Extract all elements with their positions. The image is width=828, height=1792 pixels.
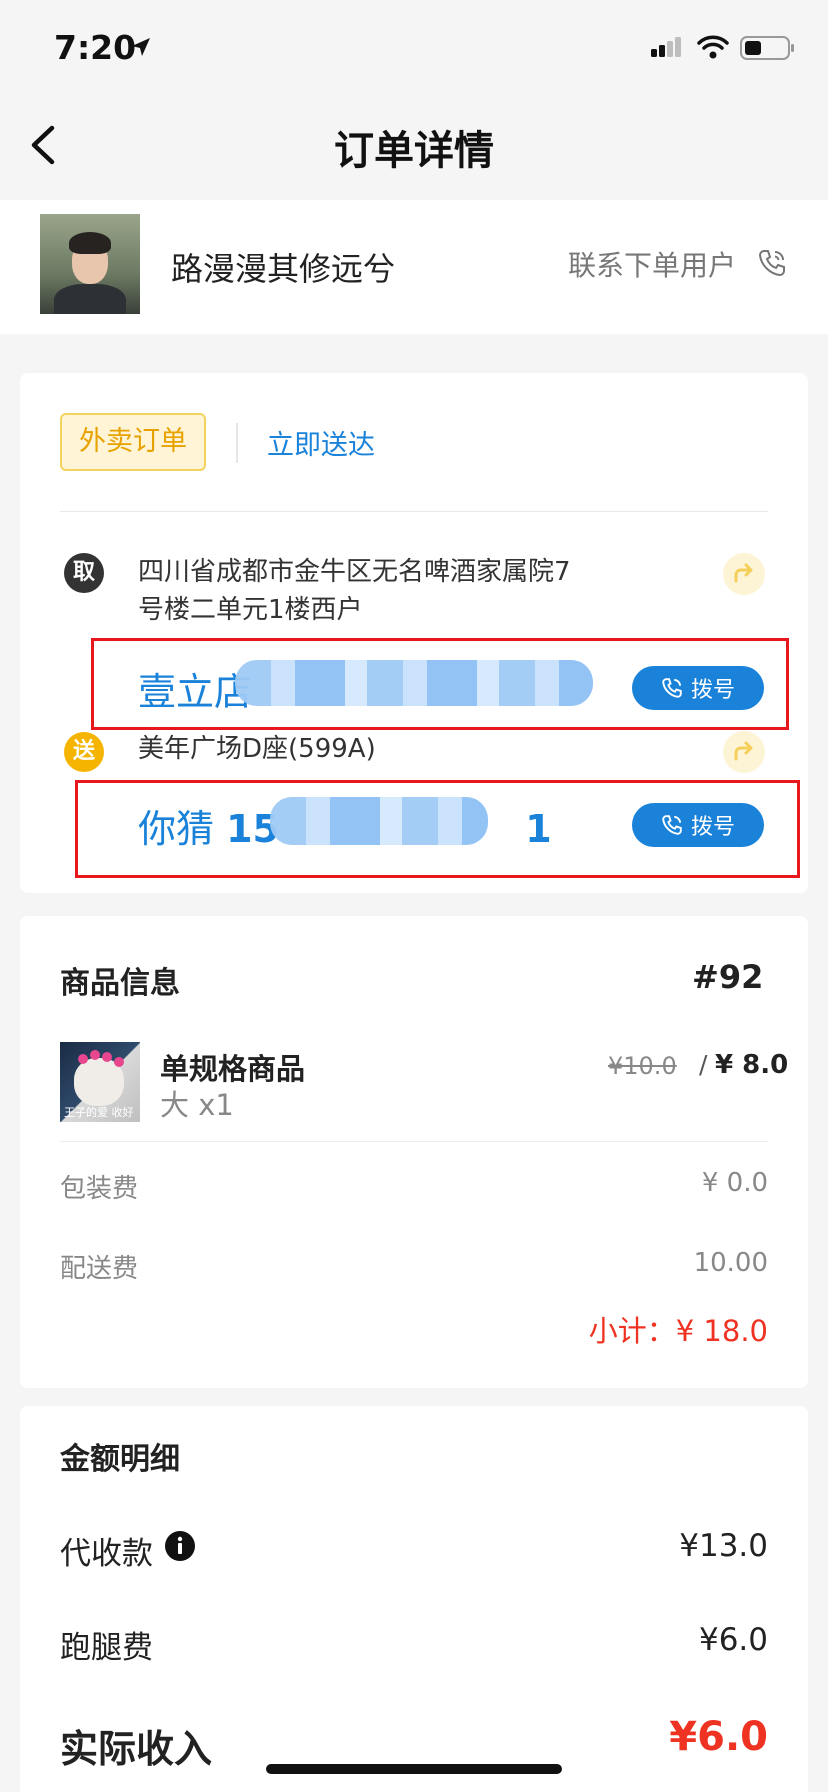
actual-income-label: 实际收入 bbox=[60, 1727, 213, 1771]
pickup-address: 四川省成都市金牛区无名啤酒家属院7 号楼二单元1楼西户 bbox=[138, 553, 638, 629]
goods-section-title: 商品信息 bbox=[60, 966, 180, 1001]
pickup-badge: 取 bbox=[64, 553, 104, 593]
goods-spec: 大 x1 bbox=[160, 1088, 234, 1122]
packing-fee-label: 包装费 bbox=[60, 1174, 139, 1204]
cod-value: ¥13.0 bbox=[679, 1528, 768, 1564]
divider bbox=[60, 1141, 768, 1142]
delivery-fee-value: 10.00 bbox=[693, 1248, 768, 1278]
amount-section-title: 金额明细 bbox=[60, 1442, 180, 1477]
customer-name: 路漫漫其修远兮 bbox=[171, 250, 396, 288]
pickup-address-line1: 四川省成都市金牛区无名啤酒家属院7 bbox=[138, 557, 571, 587]
navigate-arrow-icon bbox=[734, 741, 753, 761]
original-price: ¥10.0 bbox=[608, 1052, 677, 1080]
thumbnail-caption: 王子的爱 收好 bbox=[64, 1106, 134, 1119]
dropoff-address: 美年广场D座(599A) bbox=[138, 734, 376, 764]
order-number: #92 bbox=[692, 958, 764, 996]
highlight-box bbox=[91, 638, 789, 730]
avatar bbox=[40, 214, 140, 314]
actual-income-value: ¥6.0 bbox=[669, 1714, 768, 1760]
battery-icon bbox=[740, 36, 796, 64]
pickup-navigate-button[interactable] bbox=[723, 553, 765, 595]
navigate-arrow-icon bbox=[734, 563, 753, 583]
home-indicator[interactable] bbox=[266, 1764, 562, 1774]
wifi-icon bbox=[697, 34, 729, 64]
errand-fee-value: ¥6.0 bbox=[698, 1622, 768, 1658]
highlight-box bbox=[75, 780, 800, 878]
errand-fee-label: 跑腿费 bbox=[60, 1630, 153, 1666]
contact-customer-link[interactable]: 联系下单用户 bbox=[568, 244, 736, 284]
current-price: ¥ 8.0 bbox=[715, 1050, 789, 1080]
phone-icon[interactable] bbox=[757, 248, 787, 282]
cellular-signal-icon bbox=[650, 36, 686, 62]
info-icon[interactable] bbox=[164, 1530, 196, 1566]
delivery-time-tag: 立即送达 bbox=[267, 430, 375, 461]
order-type-tag: 外卖订单 bbox=[60, 413, 206, 471]
dropoff-navigate-button[interactable] bbox=[723, 731, 765, 773]
goods-thumbnail: 王子的爱 收好 bbox=[60, 1042, 140, 1122]
divider bbox=[60, 511, 768, 512]
tag-divider bbox=[236, 423, 238, 463]
dropoff-badge: 送 bbox=[64, 732, 104, 772]
goods-card: 商品信息 #92 王子的爱 收好 单规格商品 大 x1 ¥10.0 / ¥ 8.… bbox=[20, 916, 808, 1388]
packing-fee-value: ¥ 0.0 bbox=[701, 1168, 768, 1198]
customer-strip: 路漫漫其修远兮 联系下单用户 bbox=[0, 200, 828, 334]
page-title: 订单详情 bbox=[334, 128, 494, 174]
delivery-fee-label: 配送费 bbox=[60, 1254, 139, 1284]
amount-card: 金额明细 代收款 ¥13.0 跑腿费 ¥6.0 实际收入 ¥6.0 bbox=[20, 1406, 808, 1792]
location-arrow-icon bbox=[130, 36, 152, 62]
pickup-address-line2: 号楼二单元1楼西户 bbox=[138, 595, 363, 625]
subtotal: 小计：¥ 18.0 bbox=[588, 1314, 768, 1348]
price-separator: / bbox=[699, 1050, 708, 1079]
status-time: 7:20 bbox=[54, 28, 137, 67]
cod-label: 代收款 bbox=[60, 1536, 153, 1572]
